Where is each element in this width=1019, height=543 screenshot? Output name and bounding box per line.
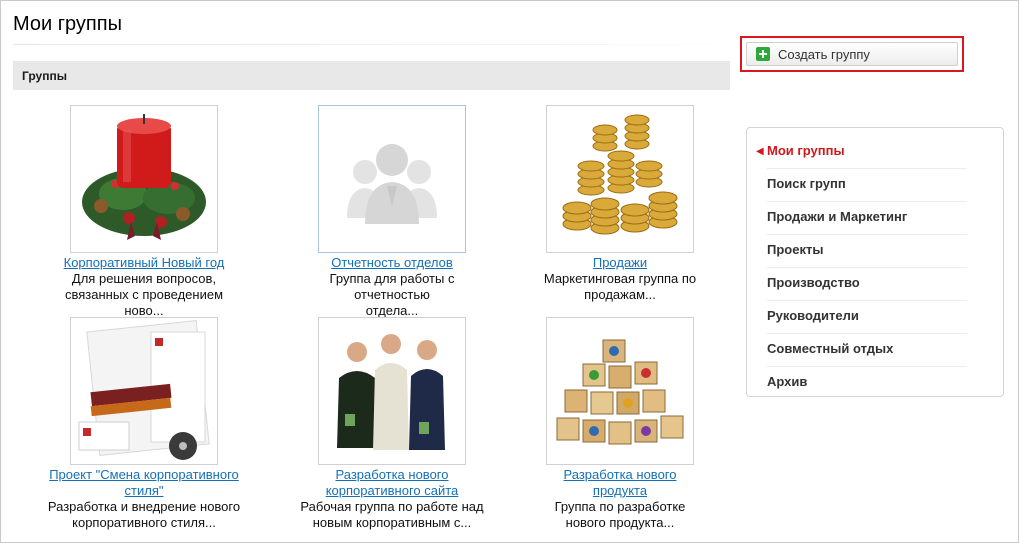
menu-item-label: Продажи и Маркетинг: [767, 209, 908, 224]
group-link[interactable]: Проект "Смена корпоративного: [44, 467, 244, 483]
group-description: связанных с проведением ново...: [64, 287, 224, 318]
group-description: Группа для работы с отчетностью: [329, 271, 455, 302]
group-description: Разработка и внедрение нового: [47, 499, 241, 514]
group-description: новым корпоративным с...: [312, 515, 472, 530]
group-card: Продажи Маркетинговая группа по продажам…: [520, 105, 720, 303]
title-divider: [13, 44, 731, 45]
menu-item-archive[interactable]: Архив: [767, 363, 967, 396]
group-description: Группа по разработке: [554, 499, 686, 514]
section-header: Группы: [13, 61, 730, 90]
menu-item-projects[interactable]: Проекты: [767, 231, 967, 268]
three-men-image[interactable]: [318, 317, 466, 465]
menu-item-managers[interactable]: Руководители: [767, 297, 967, 334]
group-description: нового продукта...: [565, 515, 675, 530]
chevron-left-icon: ◀: [756, 146, 764, 157]
menu-item-label: Мои группы: [767, 143, 845, 158]
group-link[interactable]: Отчетность отделов: [292, 255, 492, 271]
menu-item-my-groups[interactable]: ◀ Мои группы: [756, 132, 967, 169]
group-card: Разработка нового корпоративного сайта Р…: [292, 317, 492, 531]
menu-item-label: Архив: [767, 374, 808, 389]
group-link[interactable]: Продажи: [520, 255, 720, 271]
menu-item-label: Совместный отдых: [767, 341, 894, 356]
group-description: продажам...: [584, 287, 656, 302]
group-description: корпоративного стиля...: [72, 515, 216, 530]
groups-side-menu: ◀ Мои группы Поиск групп Продажи и Марке…: [746, 127, 1004, 397]
group-description: Для решения вопросов,: [71, 271, 217, 286]
group-link[interactable]: стиля": [44, 483, 244, 499]
christmas-candle-image[interactable]: [70, 105, 218, 253]
menu-item-label: Производство: [767, 275, 860, 290]
menu-item-production[interactable]: Производство: [767, 264, 967, 301]
group-link[interactable]: продукта: [520, 483, 720, 499]
group-card: Отчетность отделов Группа для работы с о…: [292, 105, 492, 319]
page-frame: Мои группы Создать группу Группы Корпора…: [0, 0, 1019, 543]
menu-item-label: Проекты: [767, 242, 824, 257]
brochures-image[interactable]: [70, 317, 218, 465]
group-description: Рабочая группа по работе над: [300, 499, 484, 514]
menu-item-search-groups[interactable]: Поиск групп: [767, 165, 967, 202]
group-link[interactable]: Разработка нового: [520, 467, 720, 483]
menu-item-leisure[interactable]: Совместный отдых: [767, 330, 967, 367]
page-title: Мои группы: [13, 13, 122, 35]
menu-item-label: Поиск групп: [767, 176, 846, 191]
group-link[interactable]: Разработка нового: [292, 467, 492, 483]
menu-item-label: Руководители: [767, 308, 859, 323]
toy-blocks-image[interactable]: [546, 317, 694, 465]
default-group-avatar[interactable]: [318, 105, 466, 253]
group-card: Проект "Смена корпоративного стиля" Разр…: [44, 317, 244, 531]
gold-coins-image[interactable]: [546, 105, 694, 253]
create-group-label: Создать группу: [778, 47, 870, 62]
section-title: Группы: [22, 69, 67, 83]
group-description: Маркетинговая группа по: [543, 271, 697, 286]
group-link[interactable]: корпоративного сайта: [292, 483, 492, 499]
menu-item-sales-marketing[interactable]: Продажи и Маркетинг: [767, 198, 967, 235]
group-card: Корпоративный Новый год Для решения вопр…: [44, 105, 244, 319]
plus-icon: [756, 47, 770, 61]
group-card: Разработка нового продукта Группа по раз…: [520, 317, 720, 531]
create-group-button[interactable]: Создать группу: [746, 42, 958, 66]
group-link[interactable]: Корпоративный Новый год: [44, 255, 244, 271]
create-group-highlight: Создать группу: [740, 36, 964, 72]
